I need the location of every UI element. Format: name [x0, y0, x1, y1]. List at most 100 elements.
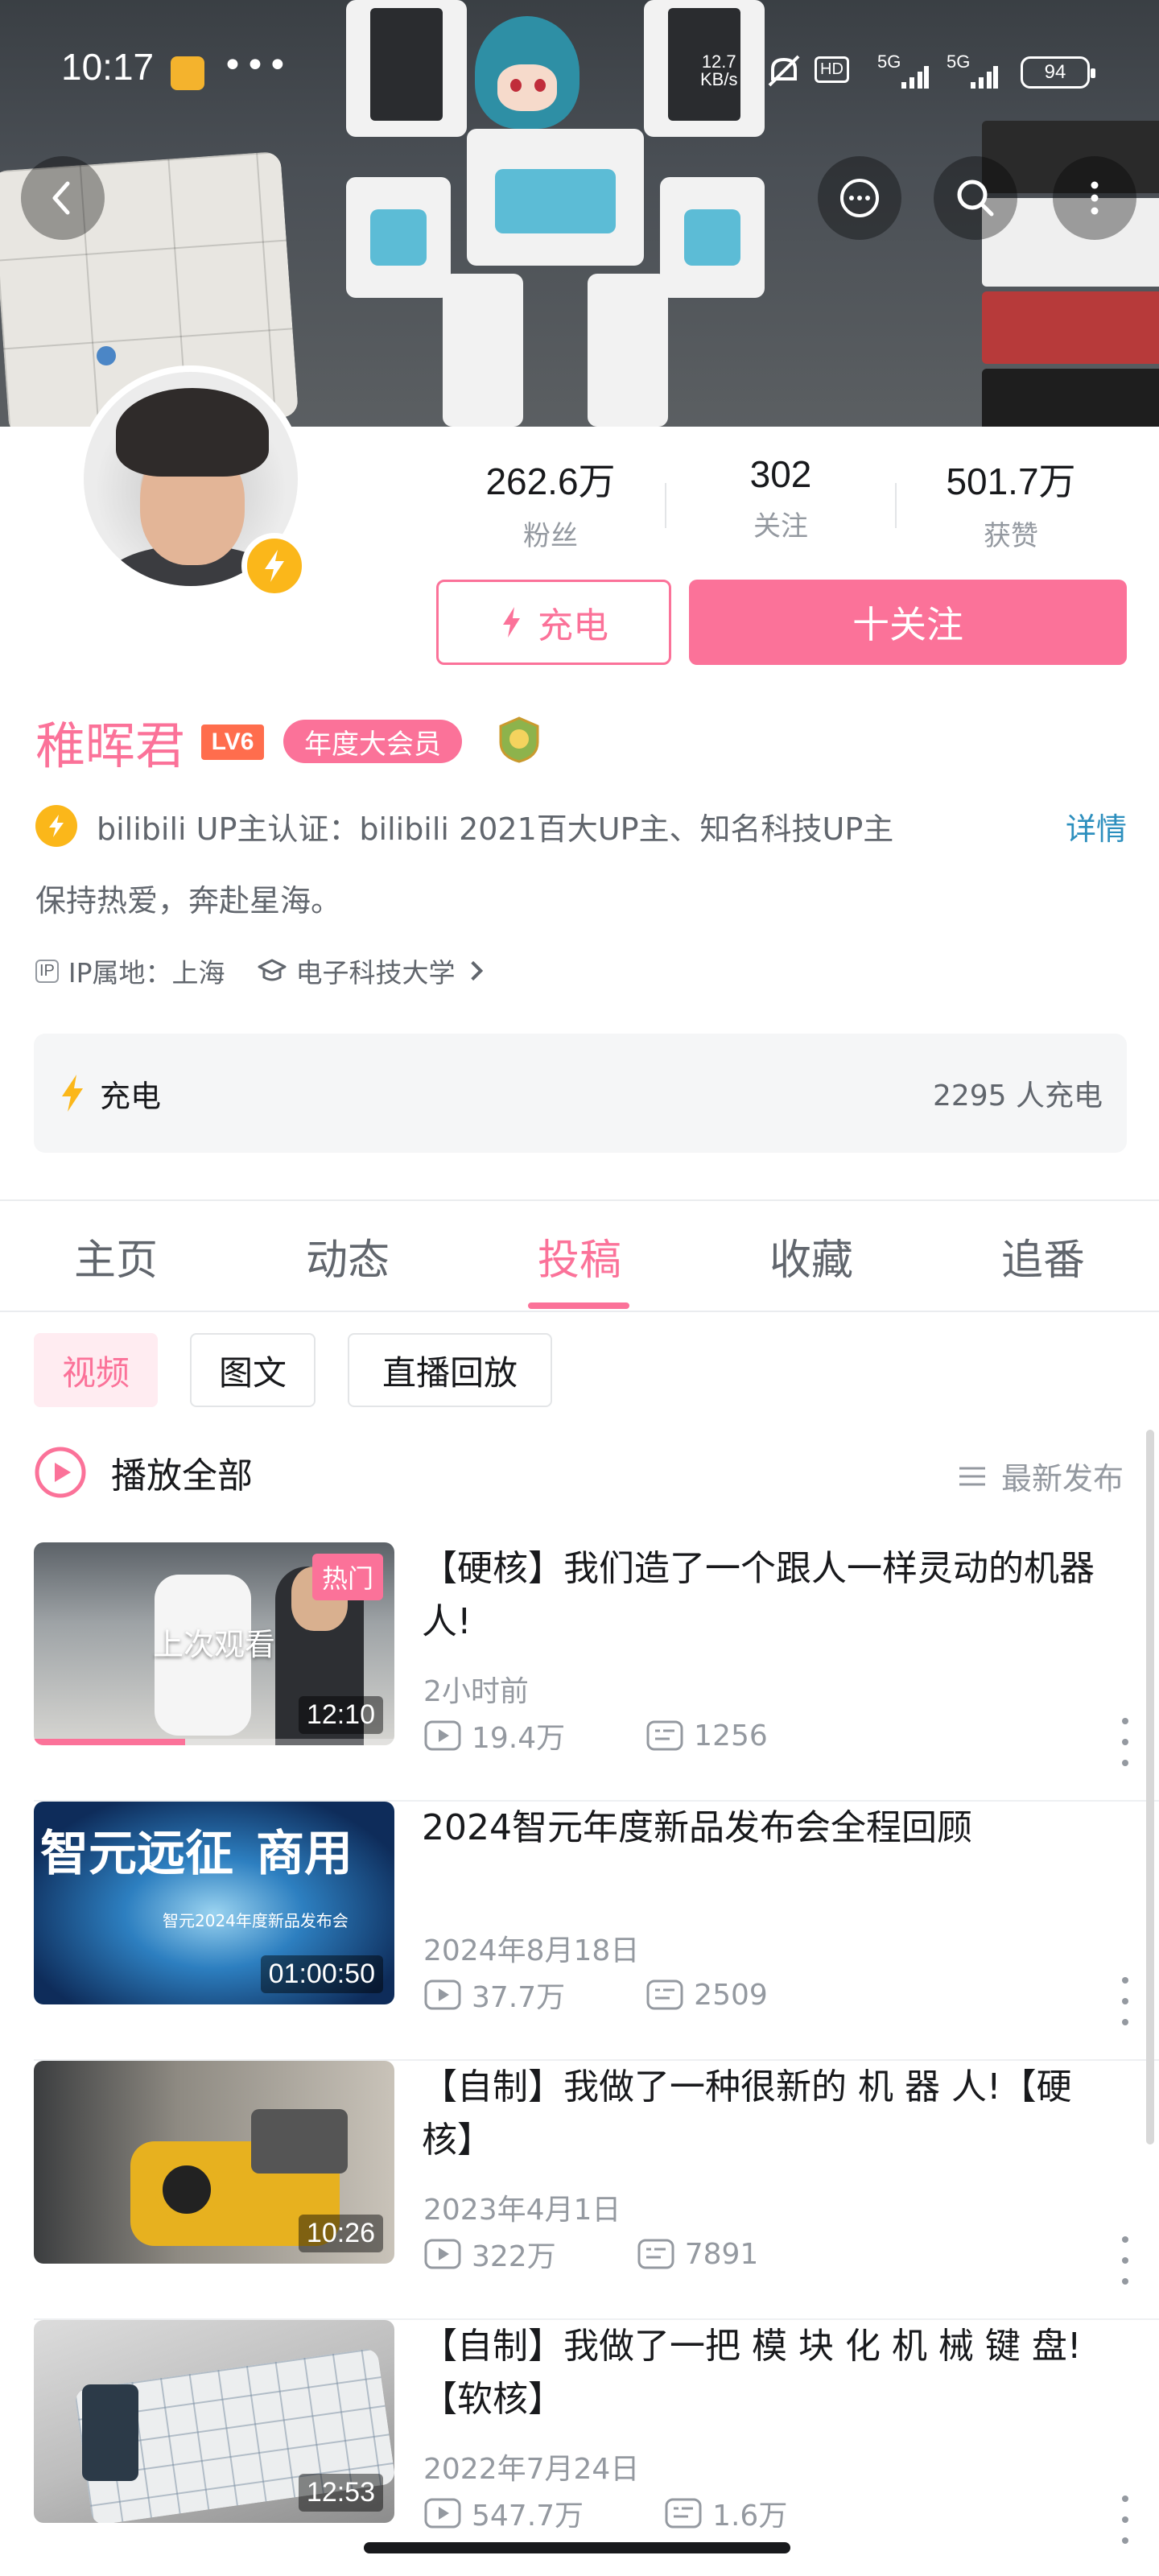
scrollbar[interactable] — [1146, 1430, 1154, 2145]
fans-label: 粉丝 — [523, 520, 578, 552]
vip-badge[interactable]: 年度大会员 — [283, 720, 462, 763]
tab-home[interactable]: 主页 — [0, 1201, 232, 1311]
network-speed: 12.7 KB/s — [700, 52, 738, 89]
message-button[interactable] — [818, 156, 901, 240]
video-duration: 12:10 — [298, 1696, 383, 1734]
sort-lines-icon — [959, 1467, 985, 1485]
video-title: 【自制】我做了一种很新的 机 器 人!【硬核】 — [422, 2066, 1072, 2161]
danmaku-icon — [646, 1720, 683, 1751]
sort-button[interactable]: 最新发布 — [956, 1454, 1124, 1498]
lightning-icon — [503, 607, 520, 638]
last-watched-label: 上次观看 — [152, 1627, 275, 1662]
home-indicator[interactable] — [364, 2542, 790, 2553]
view-count: 19.4万 — [472, 1722, 566, 1755]
play-all-button[interactable]: 播放全部 — [34, 1446, 253, 1499]
video-date: 2023年4月1日 — [423, 2194, 621, 2227]
stat-fans[interactable]: 262.6万 粉丝 — [446, 452, 655, 553]
video-thumbnail[interactable]: 智元远征 商用 智元2024年度新品发布会 01:00:50 — [34, 1802, 394, 2004]
video-item[interactable]: 10:26 【自制】我做了一种很新的 机 器 人!【硬核】 2023年4月1日 … — [0, 2061, 1159, 2320]
charge-panel-label: 充电 — [100, 1078, 162, 1114]
fans-count: 262.6万 — [485, 460, 616, 502]
danmaku-count: 2509 — [694, 1978, 768, 2012]
charge-panel[interactable]: 充电 2295 人充电 — [34, 1034, 1127, 1153]
video-more-icon[interactable] — [1117, 2496, 1133, 2544]
tab-favorites[interactable]: 收藏 — [695, 1201, 927, 1311]
search-icon — [957, 180, 994, 217]
bio: 保持热爱，奔赴星海。 — [35, 883, 342, 919]
danmaku-icon — [646, 1979, 683, 2010]
status-bar: 10:17 ••• 12.7 KB/s HD 5G 5G 94 — [0, 0, 1159, 137]
follow-button[interactable]: 十关注 — [689, 580, 1127, 665]
thumbnail-text: 智元远征 商用 — [40, 1826, 353, 1882]
stat-likes[interactable]: 501.7万 获赞 — [906, 452, 1116, 553]
video-item[interactable]: 智元远征 商用 智元2024年度新品发布会 01:00:50 2024智元年度新品… — [0, 1802, 1159, 2061]
meta-row: IP IP属地：上海 电子科技大学 — [35, 952, 501, 990]
tab-active-indicator — [528, 1302, 629, 1309]
filter-live-replay[interactable]: 直播回放 — [348, 1333, 552, 1407]
video-date: 2小时前 — [423, 1675, 529, 1708]
danmaku-count: 1.6万 — [712, 2500, 788, 2533]
video-more-icon[interactable] — [1117, 1718, 1133, 1766]
more-notifications-icon: ••• — [222, 45, 290, 86]
video-thumbnail[interactable]: 热门 上次观看 12:10 — [34, 1542, 394, 1745]
video-duration: 01:00:50 — [260, 1955, 383, 1993]
video-duration: 10:26 — [298, 2215, 383, 2252]
danmaku-count: 7891 — [684, 2237, 759, 2271]
following-count: 302 — [749, 453, 812, 495]
video-title: 2024智元年度新品发布会全程回顾 — [422, 1807, 972, 1848]
video-item[interactable]: 热门 上次观看 12:10 【硬核】我们造了一个跟人一样灵动的机器人! 2小时前… — [0, 1542, 1159, 1802]
video-date: 2022年7月24日 — [423, 2453, 640, 2486]
video-item[interactable]: 12:53 【自制】我做了一把 模 块 化 机 械 键 盘!【软核】 2022年… — [0, 2320, 1159, 2576]
following-label: 关注 — [753, 510, 808, 543]
video-duration: 12:53 — [298, 2474, 383, 2512]
medal-icon[interactable] — [494, 715, 544, 765]
search-button[interactable] — [934, 156, 1017, 240]
battery-icon: 94 — [1021, 56, 1095, 89]
play-count-icon — [424, 2498, 461, 2529]
sort-label: 最新发布 — [1000, 1461, 1124, 1496]
video-title: 【自制】我做了一把 模 块 化 机 械 键 盘!【软核】 — [422, 2326, 1082, 2420]
likes-label: 获赞 — [984, 520, 1038, 552]
play-count-icon — [424, 2239, 461, 2269]
video-thumbnail[interactable]: 12:53 — [34, 2320, 394, 2523]
watch-progress-bar — [34, 1739, 394, 1745]
video-more-icon[interactable] — [1117, 2236, 1133, 2285]
signal-bars-icon-1 — [901, 66, 929, 89]
certification-detail-link[interactable]: 详情 — [1066, 804, 1127, 848]
more-button[interactable] — [1053, 156, 1136, 240]
play-all-label: 播放全部 — [111, 1455, 253, 1496]
stat-divider — [665, 483, 666, 528]
filter-article[interactable]: 图文 — [190, 1333, 316, 1407]
play-circle-icon — [35, 1447, 86, 1498]
tab-dynamic[interactable]: 动态 — [232, 1201, 464, 1311]
danmaku-icon — [637, 2239, 674, 2269]
charge-button[interactable]: 充电 — [436, 580, 671, 665]
ip-icon: IP — [35, 959, 59, 983]
school-name: 电子科技大学 — [295, 957, 456, 989]
filter-video[interactable]: 视频 — [34, 1333, 158, 1407]
verified-badge-icon — [241, 533, 307, 599]
stat-following[interactable]: 302 关注 — [676, 452, 885, 543]
username: 稚晖君 — [35, 716, 186, 775]
tab-anime[interactable]: 追番 — [927, 1201, 1159, 1311]
back-button[interactable] — [21, 156, 105, 240]
charge-count: 2295 人充电 — [932, 1080, 1103, 1113]
certification-row: bilibili UP主认证：bilibili 2021百大UP主、知名科技UP… — [35, 802, 1127, 850]
video-stats: 37.7万 2509 — [423, 1974, 768, 2016]
chevron-left-icon — [52, 181, 70, 215]
charge-button-label: 充电 — [538, 605, 608, 646]
video-more-icon[interactable] — [1117, 1977, 1133, 2025]
video-date: 2024年8月18日 — [423, 1934, 640, 1967]
hd-voice-icon: HD — [815, 56, 849, 83]
tab-uploads[interactable]: 投稿 — [464, 1201, 695, 1311]
danmaku-icon — [665, 2498, 702, 2529]
certification-text: bilibili UP主认证：bilibili 2021百大UP主、知名科技UP… — [97, 811, 894, 847]
chevron-right-icon — [470, 960, 483, 981]
video-thumbnail[interactable]: 10:26 — [34, 2061, 394, 2264]
graduation-cap-icon — [258, 959, 287, 981]
lightning-icon — [62, 1075, 83, 1112]
view-count: 322万 — [472, 2240, 556, 2273]
school-link[interactable]: 电子科技大学 — [256, 952, 501, 990]
follow-button-label: 十关注 — [852, 603, 963, 646]
notification-app-icon — [171, 56, 204, 90]
